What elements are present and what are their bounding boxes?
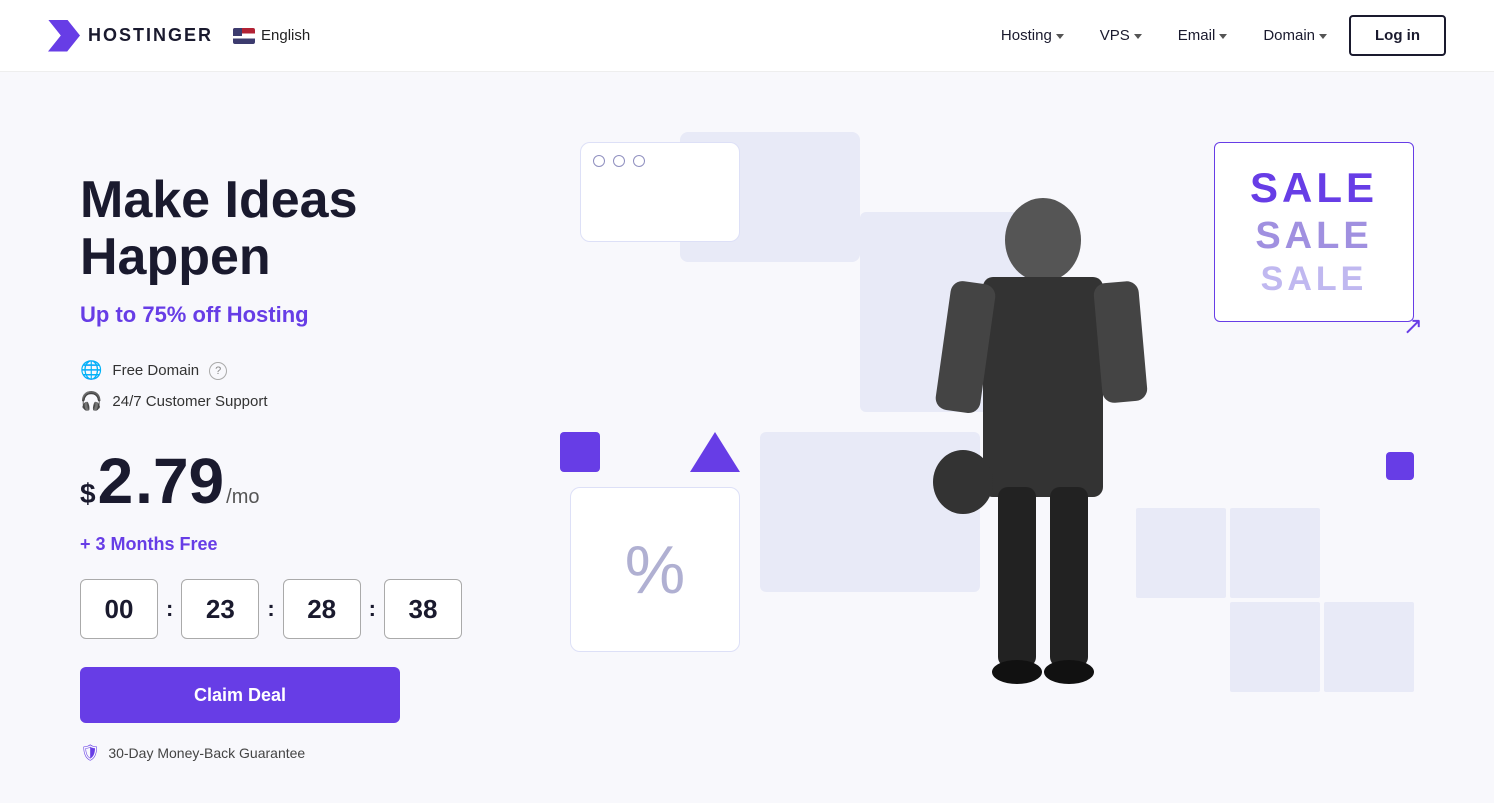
- flag-icon: [233, 28, 255, 44]
- nav-hosting[interactable]: Hosting: [987, 19, 1078, 52]
- sale-text-1: SALE: [1250, 165, 1378, 211]
- deco-purple-right: [1386, 452, 1414, 480]
- main-nav: Hosting VPS Email Domain Log in: [987, 15, 1446, 56]
- sale-card: SALE SALE SALE ↗: [1214, 142, 1414, 322]
- grid-sq-3: [1324, 508, 1414, 598]
- nav-vps[interactable]: VPS: [1086, 19, 1156, 52]
- chevron-down-icon: [1134, 34, 1142, 39]
- hero-title: Make Ideas Happen: [80, 172, 560, 286]
- countdown-minutes: 23: [181, 579, 259, 639]
- time-separator: :: [166, 596, 173, 622]
- nav-domain[interactable]: Domain: [1249, 19, 1341, 52]
- feature-list: 🌐 Free Domain ? 🎧 24/7 Customer Support: [80, 360, 560, 412]
- logo[interactable]: HOSTINGER: [48, 20, 213, 52]
- sale-text-3: SALE: [1261, 261, 1368, 298]
- feature-free-domain: 🌐 Free Domain ?: [80, 360, 560, 381]
- hero-subtitle: Up to 75% off Hosting: [80, 302, 560, 328]
- header: HOSTINGER English Hosting VPS Email Doma…: [0, 0, 1494, 72]
- cursor-icon: ↗: [1403, 312, 1423, 341]
- hero-content: Make Ideas Happen Up to 75% off Hosting …: [80, 132, 560, 763]
- price-block: $ 2 .79 /mo: [80, 444, 560, 518]
- hero-visual: SALE SALE SALE ↗ %: [560, 132, 1414, 712]
- deco-triangle: [690, 432, 740, 472]
- feature-support: 🎧 24/7 Customer Support: [80, 391, 560, 412]
- browser-dot-1: [593, 155, 605, 167]
- browser-card: [580, 142, 740, 242]
- login-button[interactable]: Log in: [1349, 15, 1446, 56]
- browser-dot-3: [633, 155, 645, 167]
- countdown-seconds: 28: [283, 579, 361, 639]
- countdown-hours: 00: [80, 579, 158, 639]
- sale-text-2: SALE: [1255, 216, 1372, 258]
- price-decimal: .79: [135, 444, 224, 518]
- person-silhouette: [903, 172, 1183, 712]
- hero-section: Make Ideas Happen Up to 75% off Hosting …: [0, 72, 1494, 803]
- claim-deal-button[interactable]: Claim Deal: [80, 667, 400, 723]
- countdown-frames: 38: [384, 579, 462, 639]
- browser-dots: [593, 155, 727, 167]
- globe-icon: 🌐: [80, 360, 102, 381]
- headset-icon: 🎧: [80, 391, 102, 412]
- time-separator: :: [369, 596, 376, 622]
- chevron-down-icon: [1219, 34, 1227, 39]
- logo-icon: [48, 20, 80, 52]
- grid-sq-6: [1324, 602, 1414, 692]
- chevron-down-icon: [1319, 34, 1327, 39]
- chevron-down-icon: [1056, 34, 1064, 39]
- guarantee-text: 🛡 30-Day Money-Back Guarantee: [80, 743, 560, 763]
- info-icon[interactable]: ?: [209, 362, 227, 380]
- percent-symbol: %: [625, 531, 685, 609]
- header-left: HOSTINGER English: [48, 20, 310, 52]
- deco-purple-left: [560, 432, 600, 472]
- price-integer: 2: [98, 444, 134, 518]
- shield-icon: 🛡: [80, 743, 100, 763]
- price-period: /mo: [226, 486, 259, 509]
- percent-card: %: [570, 487, 740, 652]
- time-separator: :: [267, 596, 274, 622]
- logo-text: HOSTINGER: [88, 25, 213, 46]
- countdown-timer: 00 : 23 : 28 : 38: [80, 579, 560, 639]
- grid-sq-5: [1230, 602, 1320, 692]
- nav-email[interactable]: Email: [1164, 19, 1242, 52]
- browser-dot-2: [613, 155, 625, 167]
- free-months: + 3 Months Free: [80, 534, 560, 555]
- price-display: $ 2 .79 /mo: [80, 444, 560, 518]
- language-selector[interactable]: English: [233, 27, 310, 44]
- grid-sq-2: [1230, 508, 1320, 598]
- language-label: English: [261, 27, 310, 44]
